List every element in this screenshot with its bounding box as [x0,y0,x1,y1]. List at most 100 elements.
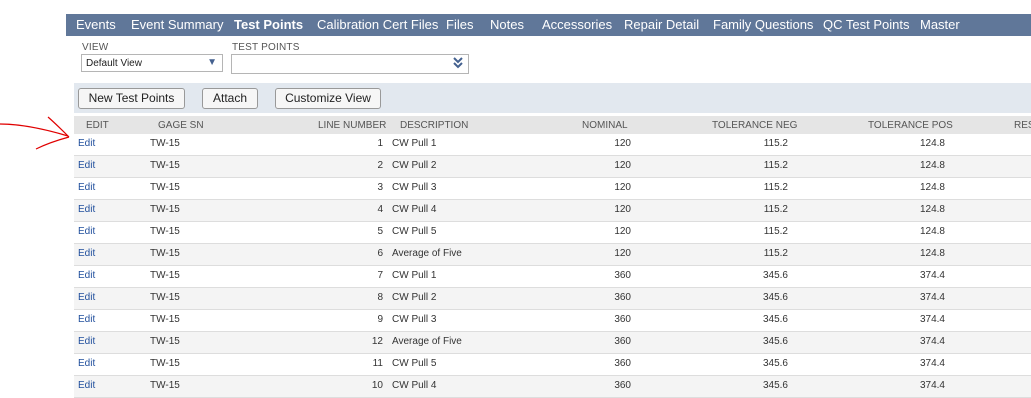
cell-nominal: 360 [614,292,631,303]
edit-link[interactable]: Edit [78,292,95,303]
cell-nominal: 360 [614,380,631,391]
col-tolerance-neg[interactable]: TOLERANCE NEG [712,120,797,131]
col-nominal[interactable]: NOMINAL [582,120,628,131]
edit-link[interactable]: Edit [78,160,95,171]
table-row: Edit TW-15 10 CW Pull 4 360 345.6 374.4 [74,376,1031,398]
cell-nominal: 360 [614,336,631,347]
cell-line-number: 2 [377,160,383,171]
edit-link[interactable]: Edit [78,204,95,215]
red-arrow-icon [0,116,70,150]
view-select[interactable]: Default View ▼ [81,54,223,72]
cell-line-number: 4 [377,204,383,215]
cell-description: CW Pull 5 [392,358,437,369]
cell-description: CW Pull 2 [392,160,437,171]
cell-gage-sn: TW-15 [150,138,180,149]
cell-description: CW Pull 3 [392,314,437,325]
cell-nominal: 120 [614,138,631,149]
cell-line-number: 9 [377,314,383,325]
cell-tolerance-neg: 345.6 [762,380,788,391]
cell-line-number: 12 [371,336,383,347]
cell-description: CW Pull 4 [392,380,437,391]
tab-family-questions[interactable]: Family Questions [713,17,813,32]
edit-link[interactable]: Edit [78,182,95,193]
edit-link[interactable]: Edit [78,380,95,391]
edit-link[interactable]: Edit [78,138,95,149]
new-test-points-button[interactable]: New Test Points [78,88,185,109]
cell-gage-sn: TW-15 [150,380,180,391]
cell-description: CW Pull 4 [392,204,437,215]
tab-event-summary[interactable]: Event Summary [131,17,223,32]
tab-repair-detail[interactable]: Repair Detail [624,17,699,32]
table-row: Edit TW-15 11 CW Pull 5 360 345.6 374.4 [74,354,1031,376]
cell-nominal: 120 [614,226,631,237]
cell-tolerance-neg: 345.6 [762,270,788,281]
cell-gage-sn: TW-15 [150,314,180,325]
edit-link[interactable]: Edit [78,226,95,237]
caret-down-icon: ▼ [207,57,217,68]
col-edit[interactable]: EDIT [86,120,109,131]
table-row: Edit TW-15 5 CW Pull 5 120 115.2 124.8 [74,222,1031,244]
cell-line-number: 7 [377,270,383,281]
cell-nominal: 120 [614,182,631,193]
cell-gage-sn: TW-15 [150,204,180,215]
tab-accessories[interactable]: Accessories [542,17,612,32]
edit-link[interactable]: Edit [78,314,95,325]
cell-tolerance-neg: 115.2 [763,160,788,171]
table-row: Edit TW-15 7 CW Pull 1 360 345.6 374.4 [74,266,1031,288]
edit-link[interactable]: Edit [78,358,95,369]
edit-link[interactable]: Edit [78,270,95,281]
edit-link[interactable]: Edit [78,248,95,259]
cell-tolerance-neg: 345.6 [762,358,788,369]
col-gage-sn[interactable]: GAGE SN [158,120,204,131]
cell-tolerance-pos: 374.4 [919,292,945,303]
tab-test-points[interactable]: Test Points [234,17,303,32]
table-row: Edit TW-15 3 CW Pull 3 120 115.2 124.8 [74,178,1031,200]
customize-view-button[interactable]: Customize View [275,88,381,109]
cell-tolerance-pos: 124.8 [919,182,945,193]
cell-line-number: 10 [371,380,383,391]
cell-tolerance-neg: 115.2 [763,182,788,193]
col-res[interactable]: RES [1014,120,1031,131]
cell-description: CW Pull 1 [392,270,437,281]
table-row: Edit TW-15 4 CW Pull 4 120 115.2 124.8 [74,200,1031,222]
cell-tolerance-neg: 115.2 [763,226,788,237]
cell-description: CW Pull 1 [392,138,437,149]
tab-notes[interactable]: Notes [490,17,524,32]
tab-files[interactable]: Files [446,17,473,32]
cell-tolerance-pos: 374.4 [919,336,945,347]
edit-link[interactable]: Edit [78,336,95,347]
col-line-number[interactable]: LINE NUMBER [318,120,386,131]
col-tolerance-pos[interactable]: TOLERANCE POS [868,120,953,131]
col-description[interactable]: DESCRIPTION [400,120,468,131]
cell-line-number: 1 [377,138,383,149]
tab-master[interactable]: Master [920,17,960,32]
cell-description: Average of Five [392,248,462,259]
subtab-bar: Events Event Summary Test Points Calibra… [66,14,1031,36]
cell-description: CW Pull 5 [392,226,437,237]
cell-line-number: 8 [377,292,383,303]
cell-gage-sn: TW-15 [150,358,180,369]
cell-tolerance-pos: 124.8 [919,204,945,215]
table-row: Edit TW-15 2 CW Pull 2 120 115.2 124.8 [74,156,1031,178]
list-toolbar: New Test Points Attach Customize View [74,83,1031,113]
cell-gage-sn: TW-15 [150,226,180,237]
tab-calibration-cert-files[interactable]: Calibration Cert Files [317,17,438,32]
cell-nominal: 360 [614,314,631,325]
tab-qc-test-points[interactable]: QC Test Points [823,17,909,32]
cell-tolerance-pos: 374.4 [919,380,945,391]
cell-nominal: 120 [614,160,631,171]
attach-button[interactable]: Attach [202,88,258,109]
cell-tolerance-neg: 115.2 [763,248,788,259]
cell-gage-sn: TW-15 [150,292,180,303]
test-points-select[interactable] [231,54,469,74]
cell-tolerance-neg: 345.6 [762,292,788,303]
cell-gage-sn: TW-15 [150,160,180,171]
tab-events[interactable]: Events [76,17,116,32]
cell-tolerance-pos: 374.4 [919,314,945,325]
cell-nominal: 360 [614,270,631,281]
cell-nominal: 120 [614,248,631,259]
cell-tolerance-pos: 124.8 [919,160,945,171]
cell-description: CW Pull 2 [392,292,437,303]
cell-tolerance-neg: 345.6 [762,336,788,347]
cell-line-number: 11 [372,358,383,369]
